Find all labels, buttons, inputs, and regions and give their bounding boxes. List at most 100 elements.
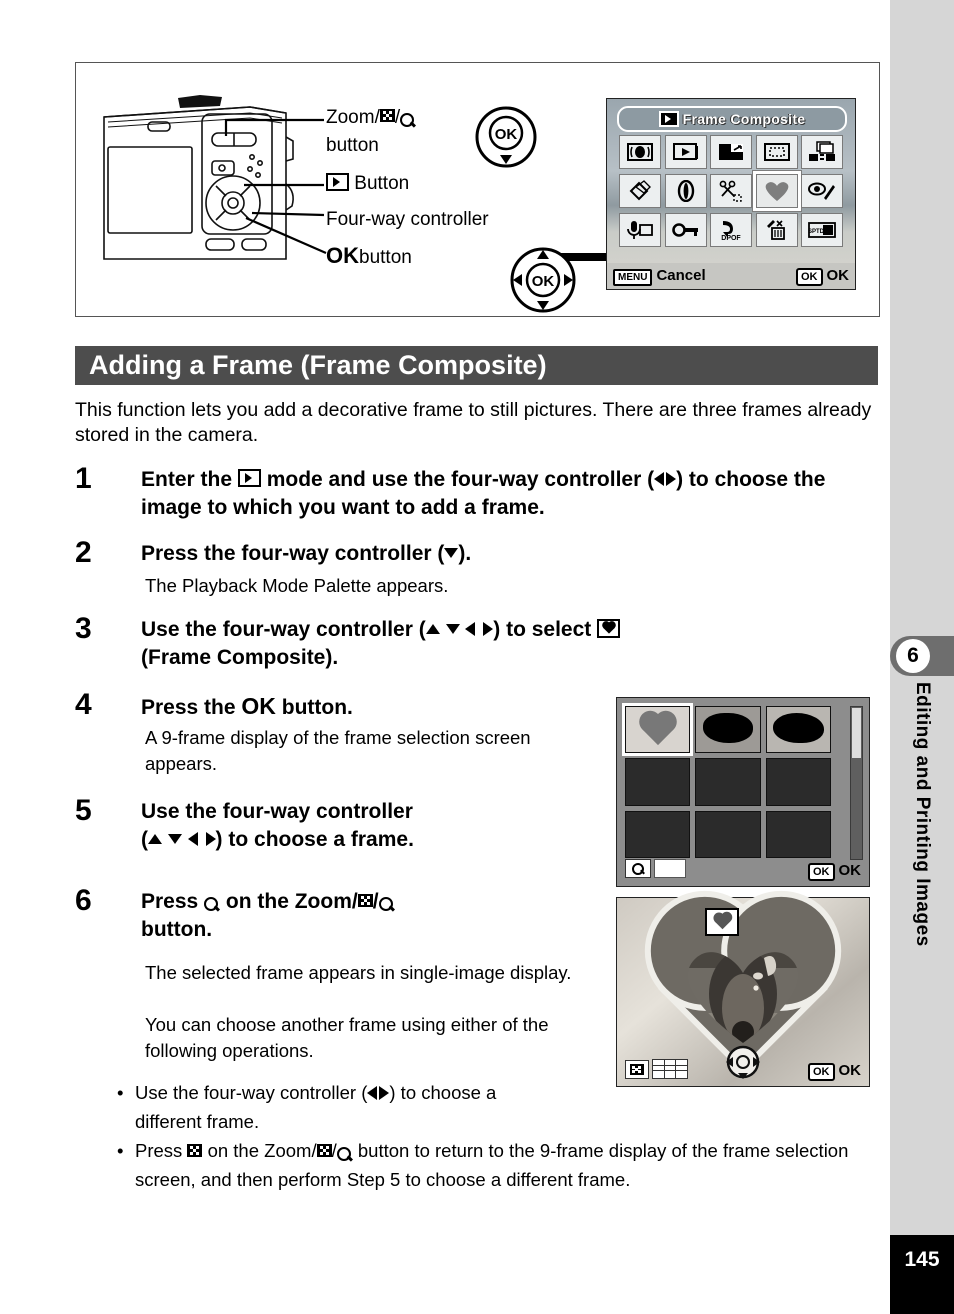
bullet-list-2: Press on the Zoom// button to return to … [114, 1136, 874, 1194]
step-3-title: Use the four-way controller ( ) to selec… [141, 616, 621, 672]
frame-thumbnail-empty[interactable] [695, 810, 761, 858]
lcd-ok-label: OK [826, 266, 850, 284]
scrollbar[interactable] [850, 706, 863, 860]
step-2-body: The Playback Mode Palette appears. [145, 575, 449, 596]
step-5-title-line1: Use the four-way controller [141, 800, 413, 823]
arrow-up-icon [425, 624, 440, 635]
playback-icon [658, 111, 679, 128]
delete-icon[interactable] [755, 213, 798, 247]
bullet-list-1: Use the four-way controller () to choose… [114, 1078, 544, 1136]
frame-thumbnail-empty[interactable] [765, 758, 831, 806]
chapter-number-badge: 6 [896, 639, 930, 673]
four-way-controller-diagram: OK [510, 247, 576, 313]
shot1-nine-group[interactable] [625, 1058, 688, 1084]
frame-thumbnail-empty[interactable] [695, 758, 761, 806]
chapter-title-vertical: Editing and Printing Images [890, 676, 954, 1096]
shot1-ok-group[interactable]: OK OK [808, 1062, 861, 1081]
step-6-body-2: You can choose another frame using eithe… [145, 1014, 549, 1061]
frame-thumbnail-empty[interactable] [625, 758, 691, 806]
image-copy-icon[interactable] [801, 135, 843, 169]
callout-zoom-button: Zoom// [326, 107, 416, 129]
arrow-down-icon [445, 624, 460, 635]
shot1-bottom-bar: OK OK [617, 1058, 869, 1084]
step-1: 1 Enter the mode and use the four-way co… [75, 462, 875, 536]
red-eye-icon[interactable] [664, 174, 707, 208]
shot9-ok-label: OK [838, 861, 862, 879]
frame-thumbnail-grid [621, 702, 831, 858]
slideshow-icon[interactable] [619, 135, 661, 169]
red-eye-pen-icon[interactable] [801, 174, 843, 208]
step-4-number: 4 [75, 688, 92, 721]
frame-thumbnail-flowers[interactable] [695, 706, 761, 754]
grid-icon [652, 1058, 688, 1079]
nine-frame-selection-screenshot: OK OK [616, 697, 870, 887]
lcd-title-bar: Frame Composite [617, 106, 847, 132]
magnify-icon [400, 112, 416, 129]
callout-zoom-label: Zoom/ [326, 107, 380, 128]
step-6-title: Press on the Zoom// button. [141, 888, 395, 944]
step-4-title: Press the OK button. [141, 693, 353, 719]
callout-ok-button: OKbutton [326, 243, 412, 269]
lcd-cancel-group[interactable]: MENU Cancel [613, 267, 706, 286]
step-3: 3 Use the four-way controller ( ) to sel… [75, 612, 875, 686]
frame-thumbnail-cloud[interactable] [765, 706, 831, 754]
list-item: Use the four-way controller () to choose… [114, 1078, 544, 1136]
ok-word: OK [241, 693, 276, 719]
step-5-number: 5 [75, 794, 92, 827]
cropping-icon[interactable] [755, 135, 798, 169]
selected-frame-badge [705, 908, 739, 936]
arrow-right-icon [483, 622, 494, 637]
lcd-ok-group[interactable]: OK OK [796, 267, 849, 286]
shot9-bottom-bar: OK OK [617, 859, 869, 883]
arrow-right-icon [379, 1086, 390, 1101]
step-6-body-1: The selected frame appears in single-ima… [145, 962, 572, 983]
frame-thumbnail-empty[interactable] [625, 810, 691, 858]
arrow-right-icon [666, 472, 677, 487]
callout-four-way-controller: Four-way controller [326, 209, 489, 230]
shot9-ok-group[interactable]: OK OK [808, 862, 861, 881]
digital-filter-icon[interactable] [619, 174, 661, 208]
dpof-icon[interactable]: DPOF [710, 213, 752, 247]
step-1-title: Enter the mode and use the four-way cont… [141, 468, 826, 519]
step-1-number: 1 [75, 462, 92, 495]
frame-composite-heart-icon[interactable] [752, 171, 801, 211]
step-3-title-line2: (Frame Composite). [141, 646, 339, 669]
start-up-screen-icon[interactable]: SPTD [801, 213, 843, 247]
chapter-title-text: Editing and Printing Images [912, 682, 933, 947]
single-image-frame-screenshot: OK OK [616, 897, 870, 1087]
resize-icon[interactable] [710, 135, 752, 169]
arrow-left-icon [187, 832, 198, 847]
palette-icon-grid: DPOF SPTD [619, 135, 843, 247]
magnify-icon [204, 897, 220, 913]
frame-thumbnail-empty[interactable] [765, 810, 831, 858]
playback-icon [237, 469, 261, 488]
nine-frame-icon [316, 1143, 332, 1157]
intro-paragraph: This function lets you add a decorative … [75, 399, 872, 446]
ok-key-badge: OK [808, 1062, 835, 1081]
svg-text:DPOF: DPOF [721, 235, 741, 241]
voice-memo-icon[interactable] [619, 213, 661, 247]
magnify-icon [336, 1147, 353, 1163]
nine-frame-icon [187, 1143, 203, 1157]
arrow-left-icon [654, 472, 665, 487]
ok-key-badge: OK [796, 267, 823, 286]
lcd-cancel-label: Cancel [656, 266, 706, 284]
playback-icon[interactable] [664, 135, 707, 169]
crop-scissors-icon[interactable] [710, 174, 752, 208]
step-2-title: Press the four-way controller (). [141, 542, 472, 565]
frame-composite-heart-icon [597, 618, 621, 638]
section-heading-bar: Adding a Frame (Frame Composite) [75, 346, 878, 385]
svg-text:OK: OK [532, 273, 555, 290]
step-2: 2 Press the four-way controller (). The … [75, 536, 875, 606]
callout-playback-button: Button [326, 172, 409, 195]
nine-frame-icon [625, 1059, 649, 1079]
magnify-icon [378, 897, 395, 913]
shot9-zoom-group[interactable] [625, 859, 686, 883]
ok-button-down-diagram: OK [475, 106, 537, 168]
frame-thumbnail-heart[interactable] [621, 702, 694, 757]
step-4-body: A 9-frame display of the frame selection… [145, 727, 531, 774]
step-6-number: 6 [75, 884, 92, 917]
menu-key-badge: MENU [613, 268, 653, 286]
dog-photo [687, 952, 799, 1044]
protect-key-icon[interactable] [664, 213, 707, 247]
